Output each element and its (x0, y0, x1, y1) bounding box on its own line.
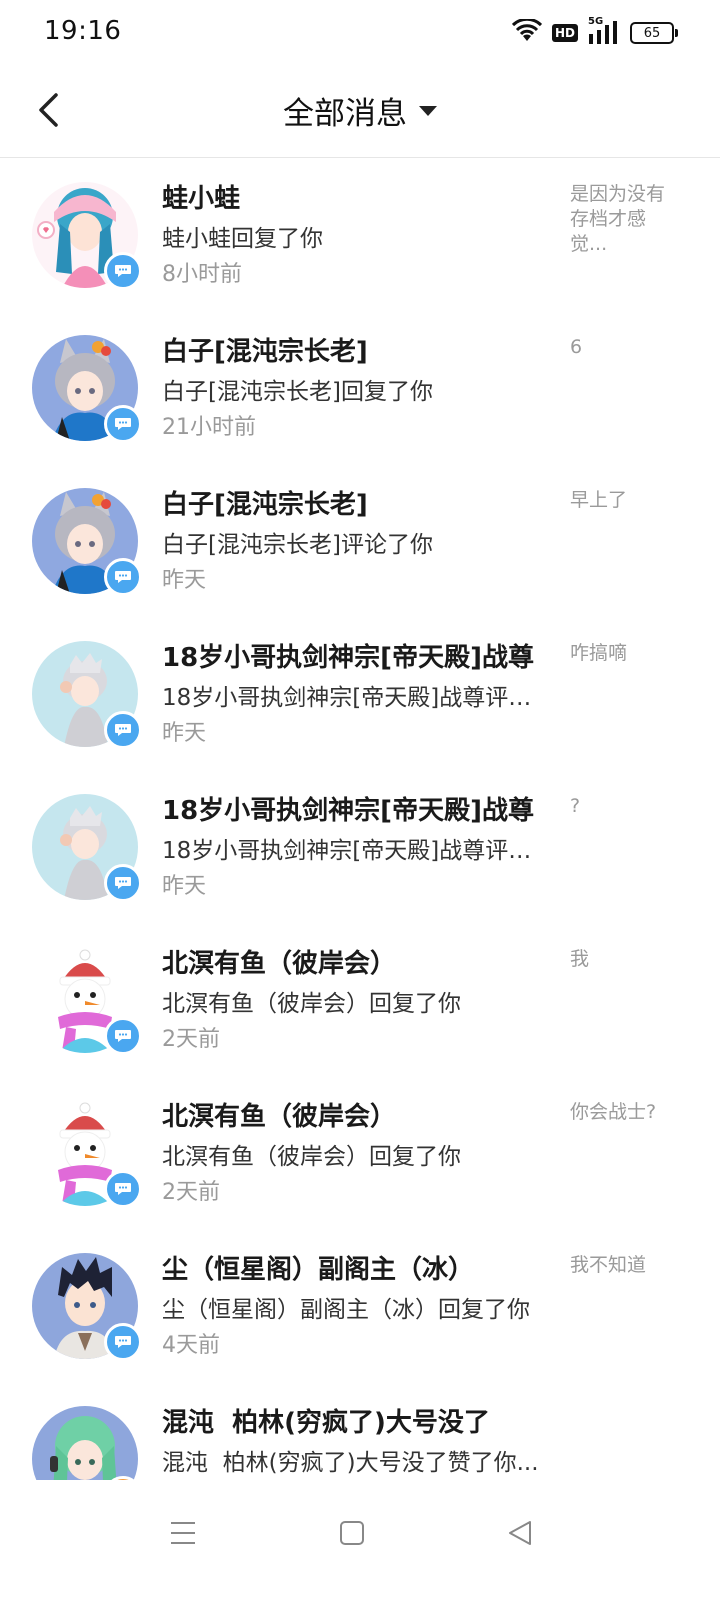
sender-name: 蛙小蛙 (162, 184, 241, 214)
message-item[interactable]: 蛙小蛙 蛙小蛙回复了你 8小时前 是因为没有存档才感觉... (0, 158, 720, 311)
chat-bubble-icon (115, 724, 131, 736)
home-square-icon (340, 1521, 364, 1545)
message-item[interactable]: 白子[混沌宗长老] 白子[混沌宗长老]评论了你 昨天 早上了 (0, 464, 720, 617)
message-time: 2天前 (162, 1180, 220, 1205)
message-time: 8小时前 (162, 262, 242, 287)
avatar-container[interactable] (32, 947, 142, 1055)
chat-bubble-icon (115, 418, 131, 430)
menu-icon (171, 1522, 195, 1544)
message-item[interactable]: 18岁小哥执剑神宗[帝天殿]战尊 18岁小哥执剑神宗[帝天殿]战尊评论了你 昨天… (0, 770, 720, 923)
message-type-badge (104, 1323, 142, 1361)
quoted-content: 早上了 (570, 489, 628, 511)
quoted-content: 我 (570, 948, 590, 970)
avatar-container[interactable] (32, 335, 142, 443)
message-preview: 混沌 柏林(穷疯了)大号没了赞了你... (162, 1450, 539, 1476)
message-type-badge (104, 864, 142, 902)
message-preview: 尘（恒星阁）副阁主（冰）回复了你 (162, 1297, 530, 1323)
sender-name: 尘（恒星阁）副阁主（冰） (162, 1255, 475, 1285)
nav-menu-button[interactable] (153, 1508, 213, 1558)
avatar-container[interactable] (32, 1406, 142, 1480)
message-filter-dropdown[interactable]: 全部消息 (0, 90, 720, 132)
message-type-badge (104, 252, 142, 290)
quoted-content: 我不知道 (570, 1254, 647, 1276)
message-preview: 18岁小哥执剑神宗[帝天殿]战尊评论了你 (162, 685, 552, 711)
message-item[interactable]: 白子[混沌宗长老] 白子[混沌宗长老]回复了你 21小时前 6 (0, 311, 720, 464)
avatar (32, 1406, 138, 1480)
avatar-container[interactable] (32, 641, 142, 749)
message-list: 蛙小蛙 蛙小蛙回复了你 8小时前 是因为没有存档才感觉... 白子[混沌宗长老]… (0, 158, 720, 1480)
avatar-container[interactable] (32, 1100, 142, 1208)
message-preview: 北溟有鱼（彼岸会）回复了你 (162, 991, 461, 1017)
caret-down-icon (419, 106, 437, 116)
message-time: 4天前 (162, 1333, 220, 1358)
page-title: 全部消息 (283, 95, 407, 132)
status-time: 19:16 (44, 16, 122, 46)
sender-name: 18岁小哥执剑神宗[帝天殿]战尊 (162, 643, 534, 673)
system-nav-bar (0, 1480, 720, 1600)
message-type-badge (104, 558, 142, 596)
message-item[interactable]: 尘（恒星阁）副阁主（冰） 尘（恒星阁）副阁主（冰）回复了你 4天前 我不知道 (0, 1229, 720, 1382)
chat-bubble-icon (115, 1030, 131, 1042)
avatar-container[interactable] (32, 1253, 142, 1361)
chat-bubble-icon (115, 265, 131, 277)
message-preview: 18岁小哥执剑神宗[帝天殿]战尊评论了你 (162, 838, 552, 864)
wifi-icon (511, 17, 543, 47)
quoted-content: 咋搞嘀 (570, 642, 628, 664)
avatar-container[interactable] (32, 488, 142, 596)
status-icons: HD 5G 65 (511, 16, 678, 48)
message-preview: 蛙小蛙回复了你 (162, 226, 323, 252)
sender-name: 白子[混沌宗长老] (162, 337, 368, 367)
avatar-container[interactable] (32, 794, 142, 902)
chat-bubble-icon (115, 1336, 131, 1348)
message-item[interactable]: 北溟有鱼（彼岸会） 北溟有鱼（彼岸会）回复了你 2天前 你会战士? (0, 1076, 720, 1229)
sender-name: 白子[混沌宗长老] (162, 490, 368, 520)
message-time: 昨天 (162, 721, 207, 746)
message-time: 2天前 (162, 1027, 220, 1052)
battery-icon: 65 (630, 22, 678, 44)
quoted-content: 你会战士? (570, 1101, 657, 1123)
message-preview: 白子[混沌宗长老]评论了你 (162, 532, 433, 558)
back-triangle-icon (509, 1521, 531, 1545)
nav-back-button[interactable] (490, 1508, 550, 1558)
status-bar: 19:16 HD 5G 65 (0, 0, 720, 64)
message-time: 昨天 (162, 874, 207, 899)
avatar-container[interactable] (32, 182, 142, 290)
message-type-badge (104, 1170, 142, 1208)
sender-name: 混沌 柏林(穷疯了)大号没了 (162, 1408, 490, 1438)
nav-home-button[interactable] (322, 1508, 382, 1558)
sender-name: 北溟有鱼（彼岸会） (162, 949, 397, 979)
chat-bubble-icon (115, 1183, 131, 1195)
quoted-content: 是因为没有存档才感觉... (570, 183, 666, 255)
header: 全部消息 (0, 64, 720, 158)
signal-icon: 5G (588, 16, 620, 46)
sender-name: 18岁小哥执剑神宗[帝天殿]战尊 (162, 796, 534, 826)
chat-bubble-icon (115, 571, 131, 583)
quoted-content: 6 (570, 336, 583, 358)
message-item[interactable]: 北溟有鱼（彼岸会） 北溟有鱼（彼岸会）回复了你 2天前 我 (0, 923, 720, 1076)
message-type-badge (104, 405, 142, 443)
message-time: 21小时前 (162, 415, 256, 440)
message-type-badge (104, 711, 142, 749)
sender-name: 北溟有鱼（彼岸会） (162, 1102, 397, 1132)
message-item[interactable]: 混沌 柏林(穷疯了)大号没了 混沌 柏林(穷疯了)大号没了赞了你... (0, 1382, 720, 1480)
chat-bubble-icon (115, 877, 131, 889)
hd-icon: HD (551, 24, 578, 42)
message-type-badge (104, 1017, 142, 1055)
message-item[interactable]: 18岁小哥执剑神宗[帝天殿]战尊 18岁小哥执剑神宗[帝天殿]战尊评论了你 昨天… (0, 617, 720, 770)
message-preview: 白子[混沌宗长老]回复了你 (162, 379, 433, 405)
app-screen: 19:16 HD 5G 65 全部消息 蛙小蛙 蛙小蛙回复了你 8小时前 是因为… (0, 0, 720, 1600)
quoted-content: ? (570, 795, 581, 817)
battery-level: 65 (643, 25, 661, 41)
message-preview: 北溟有鱼（彼岸会）回复了你 (162, 1144, 461, 1170)
message-time: 昨天 (162, 568, 207, 593)
